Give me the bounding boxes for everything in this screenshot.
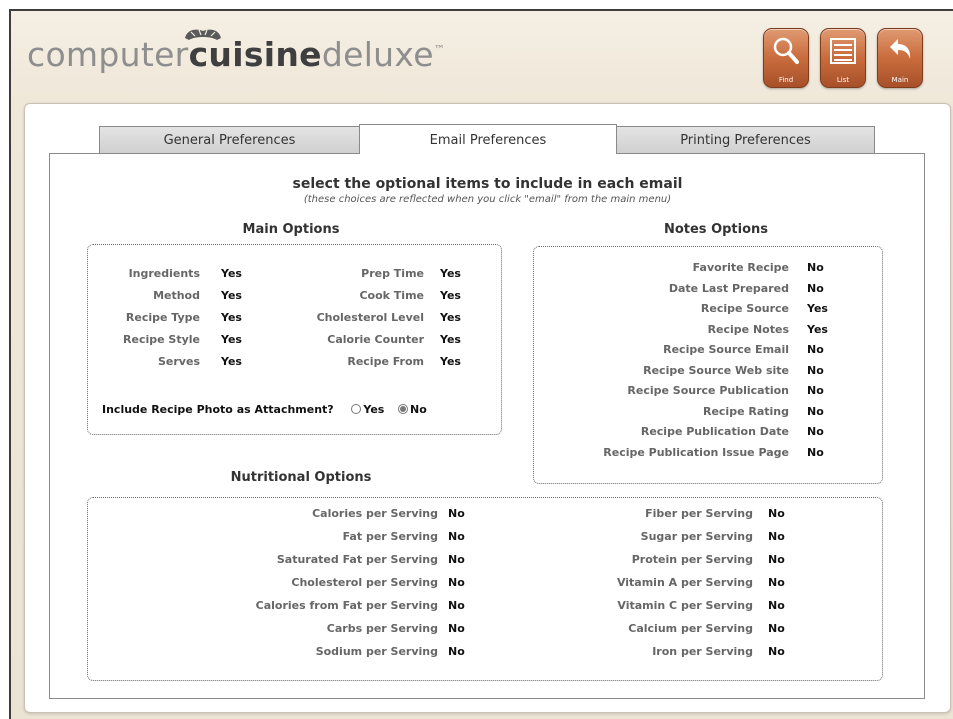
magnifier-icon: [773, 37, 799, 64]
nutritional-options-box: Calories per Serving No Fat per Serving No S…: [87, 497, 883, 681]
chef-hat-icon: [185, 29, 221, 40]
notes-option-label: Recipe Source Web site: [643, 363, 789, 377]
nutrition-option-label: Calcium per Serving: [628, 622, 753, 635]
notes-option-label: Recipe Publication Date: [640, 425, 789, 438]
find-button-label: Find: [778, 76, 794, 84]
notes-option-value[interactable]: No: [807, 261, 824, 274]
logo-text-deluxe: deluxe: [321, 35, 434, 74]
nutrition-option-value[interactable]: No: [768, 599, 785, 612]
list-icon: [830, 38, 856, 64]
nutrition-option-label: Sodium per Serving: [315, 645, 438, 658]
notes-options-box: Favorite Recipe No Date Last Prepared No Rec…: [533, 246, 883, 484]
notes-option-value[interactable]: Yes: [807, 302, 828, 315]
trademark-mark: ™: [433, 43, 446, 56]
nutrition-option-label: Vitamin C per Serving: [617, 599, 753, 612]
main-option-label: Recipe Type: [125, 311, 200, 324]
nutrition-option-value[interactable]: No: [768, 530, 785, 543]
main-button[interactable]: Main: [877, 28, 923, 88]
notes-option-value[interactable]: No: [807, 282, 824, 295]
nutrition-option-label: Fiber per Serving: [645, 507, 753, 520]
photo-yes-radio[interactable]: Yes: [351, 403, 384, 416]
list-button[interactable]: List: [820, 28, 866, 88]
nutrition-option-value[interactable]: No: [768, 645, 785, 658]
radio-checked-icon: [398, 404, 409, 414]
main-option-label: Calorie Counter: [327, 333, 424, 346]
main-option-label: Recipe From: [347, 355, 424, 368]
tab-email-preferences[interactable]: Email Preferences: [359, 124, 617, 154]
nutrition-option-label: Protein per Serving: [631, 553, 753, 566]
photo-no-radio[interactable]: No: [398, 403, 427, 416]
find-button[interactable]: Find: [763, 28, 809, 88]
app-window: computercuisinedeluxe™ Find List Main Ge…: [9, 9, 953, 719]
notes-option-label: Date Last Prepared: [668, 281, 789, 295]
logo-text-computer: computer: [27, 35, 189, 74]
radio-unchecked-icon: [351, 404, 362, 414]
tab-general-preferences[interactable]: General Preferences: [99, 126, 360, 154]
notes-option-value[interactable]: No: [807, 343, 824, 356]
list-button-label: List: [836, 76, 850, 84]
preferences-panel: General Preferences Email Preferences Pr…: [24, 103, 951, 713]
notes-option-label: Recipe Publication Issue Page: [603, 445, 789, 459]
main-option-label: Serves: [158, 355, 200, 368]
nutrition-option-value[interactable]: No: [448, 530, 465, 543]
notes-option-label: Recipe Source: [700, 302, 789, 315]
notes-option-label: Recipe Rating: [702, 404, 789, 418]
nutrition-option-value[interactable]: No: [448, 507, 465, 520]
main-option-label: Cholesterol Level: [316, 311, 424, 324]
nutrition-option-label: Iron per Serving: [652, 645, 753, 658]
main-option-label: Prep Time: [361, 267, 424, 280]
photo-yes-label: Yes: [363, 403, 385, 416]
notes-option-label: Recipe Source Email: [663, 343, 789, 356]
back-arrow-icon: [890, 39, 911, 59]
nutrition-option-value[interactable]: No: [448, 622, 465, 635]
nutrition-option-label: Cholesterol per Serving: [291, 576, 438, 589]
notes-options-title: Notes Options: [663, 222, 769, 237]
main-option-value[interactable]: Yes: [440, 311, 461, 324]
nutrition-option-label: Vitamin A per Serving: [616, 576, 753, 589]
nutritional-options-title: Nutritional Options: [230, 470, 372, 485]
main-option-value[interactable]: Yes: [440, 289, 461, 302]
main-option-label: Ingredients: [128, 267, 200, 280]
main-option-label: Cook Time: [359, 289, 424, 302]
nutrition-option-value[interactable]: No: [768, 576, 785, 589]
main-option-value[interactable]: Yes: [440, 333, 461, 346]
main-option-value[interactable]: Yes: [440, 267, 461, 280]
nutrition-option-value[interactable]: No: [448, 645, 465, 658]
photo-no-label: No: [410, 403, 427, 416]
nutrition-option-label: Calories from Fat per Serving: [255, 599, 438, 612]
main-option-label: Method: [153, 289, 200, 302]
nutrition-option-label: Saturated Fat per Serving: [276, 553, 438, 566]
notes-option-value[interactable]: No: [807, 405, 824, 418]
nutrition-option-value[interactable]: No: [448, 599, 465, 612]
nutrition-option-label: Calories per Serving: [312, 507, 438, 520]
nutrition-option-value[interactable]: No: [448, 553, 465, 566]
nutrition-option-label: Sugar per Serving: [640, 530, 753, 543]
notes-option-label: Recipe Source Publication: [627, 384, 789, 397]
main-button-label: Main: [891, 76, 909, 84]
notes-option-value[interactable]: No: [807, 364, 824, 377]
main-options-title: Main Options: [242, 222, 340, 237]
notes-option-label: Recipe Notes: [707, 322, 789, 336]
photo-attachment-question: Include Recipe Photo as Attachment?: [102, 403, 334, 416]
nutrition-option-label: Fat per Serving: [342, 530, 438, 543]
app-logo: computercuisinedeluxe™: [27, 35, 445, 74]
nutrition-option-value[interactable]: No: [768, 553, 785, 566]
main-option-label: Recipe Style: [123, 333, 200, 346]
page-subheading: (these choices are reflected when you cl…: [303, 194, 672, 205]
tab-printing-preferences[interactable]: Printing Preferences: [616, 126, 875, 154]
notes-option-value[interactable]: No: [807, 384, 824, 397]
page-heading: select the optional items to include in …: [292, 176, 683, 192]
main-option-value[interactable]: Yes: [440, 355, 461, 368]
photo-attachment-row: Include Recipe Photo as Attachment? Yes …: [102, 403, 427, 416]
nutrition-option-value[interactable]: No: [448, 576, 465, 589]
notes-option-value[interactable]: No: [807, 425, 824, 438]
nutrition-option-value[interactable]: No: [768, 622, 785, 635]
main-options-box: Ingredients Yes Method Yes Recipe Type Yes Rec…: [87, 244, 502, 435]
notes-option-value[interactable]: No: [807, 446, 824, 459]
notes-option-label: Favorite Recipe: [692, 261, 789, 274]
notes-option-value[interactable]: Yes: [807, 323, 828, 336]
nutrition-option-value[interactable]: No: [768, 507, 785, 520]
nutrition-option-label: Carbs per Serving: [326, 622, 438, 635]
